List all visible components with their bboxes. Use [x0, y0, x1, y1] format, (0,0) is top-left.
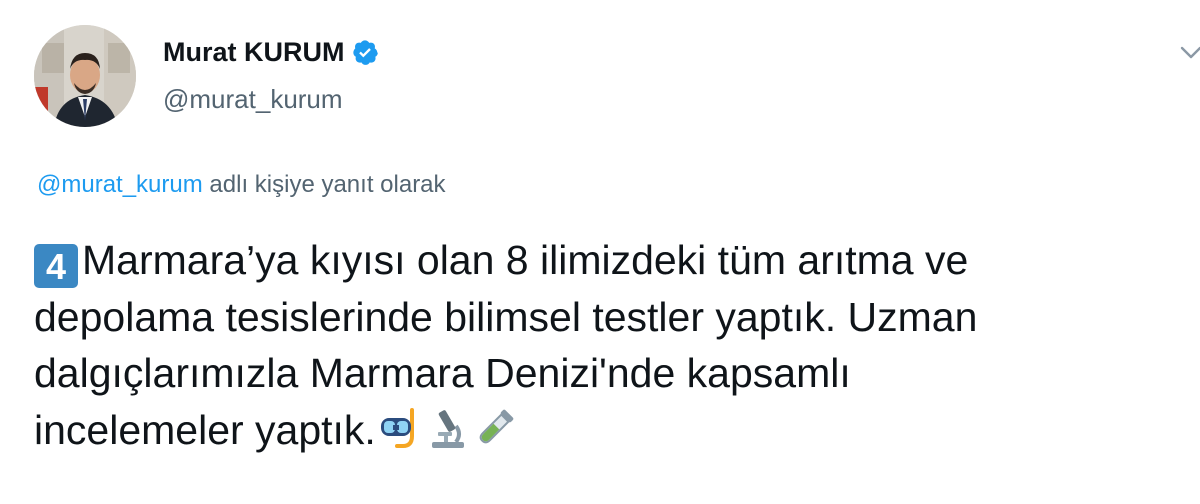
profile-photo: [34, 25, 136, 127]
tweet-line-text: incelemeler yaptık.: [34, 406, 376, 453]
author-name-row[interactable]: Murat KURUM: [163, 36, 379, 68]
more-options-icon[interactable]: [1180, 40, 1200, 66]
avatar[interactable]: [34, 25, 136, 127]
tweet-line: dalgıçlarımızla Marmara Denizi'nde kapsa…: [34, 345, 1174, 402]
tweet-line-text: depolama tesislerinde bilimsel testler y…: [34, 293, 978, 340]
tweet-card: Murat KURUM @murat_kurum @murat_kurum ad…: [0, 0, 1200, 504]
verified-badge-icon: [351, 38, 379, 66]
tweet-line: depolama tesislerinde bilimsel testler y…: [34, 289, 1174, 346]
tweet-line: incelemeler yaptık.: [34, 402, 1174, 459]
tweet-text: 4 Marmara’ya kıyısı olan 8 ilimizdeki tüm…: [34, 232, 1174, 458]
reply-text: adlı kişiye yanıt olarak: [202, 171, 446, 198]
author-handle[interactable]: @murat_kurum: [163, 83, 343, 115]
tweet-line-text: dalgıçlarımızla Marmara Denizi'nde kapsa…: [34, 350, 851, 396]
replying-to: @murat_kurum adlı kişiye yanıt olarak: [37, 170, 446, 200]
display-name[interactable]: Murat KURUM: [163, 36, 345, 68]
diving-mask-icon: [379, 406, 423, 450]
keycap-four-icon: 4: [34, 244, 78, 288]
tweet-line-text: Marmara’ya kıyısı olan 8 ilimizdeki tüm …: [82, 237, 969, 283]
reply-handle-link[interactable]: @murat_kurum: [37, 171, 203, 198]
microscope-icon: [426, 406, 470, 450]
test-tube-icon: [473, 406, 517, 450]
tweet-line: 4 Marmara’ya kıyısı olan 8 ilimizdeki tüm…: [34, 232, 1174, 289]
